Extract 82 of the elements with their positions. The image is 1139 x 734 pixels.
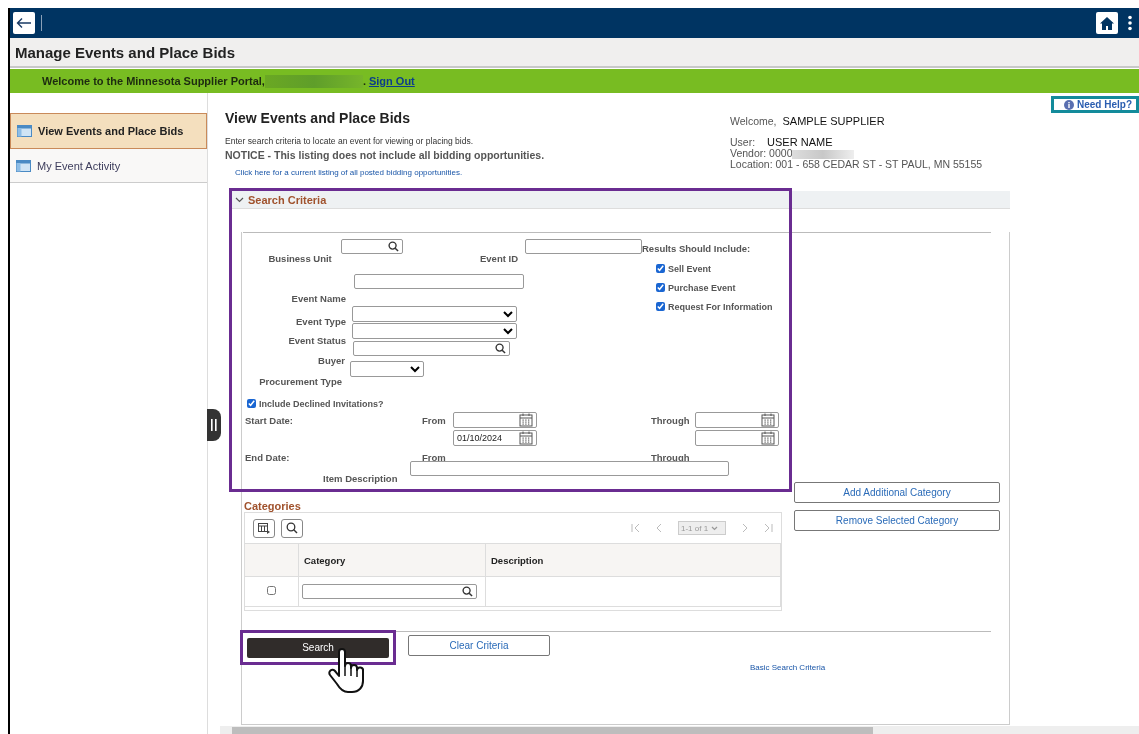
location-text: Location: 001 - 658 CEDAR ST - ST PAUL, MN 55155 — [730, 159, 983, 170]
checkbox[interactable] — [656, 302, 665, 311]
horizontal-scrollbar[interactable] — [220, 726, 1139, 734]
row-checkbox[interactable] — [267, 586, 276, 595]
field-label: Event Name — [290, 293, 346, 304]
page-icon — [16, 159, 31, 172]
field-label: Buyer — [317, 355, 345, 366]
text-field[interactable] — [354, 274, 524, 289]
checkbox-label: Purchase Event — [668, 282, 736, 293]
punctuation: . — [362, 75, 366, 87]
field-label: From — [422, 452, 447, 463]
field-label: Item Description — [323, 473, 398, 484]
caret-icon[interactable] — [711, 525, 719, 531]
checkbox-label: Include Declined Invitations? — [259, 398, 384, 409]
date-field[interactable]: 01/10/2024 — [453, 430, 537, 446]
user-name: USER NAME — [767, 136, 833, 148]
basic-search-link[interactable]: Basic Search Criteria — [750, 663, 826, 672]
notice-text: NOTICE - This listing does not include all bidding opportunities. — [225, 149, 546, 161]
field-label: Event Status — [287, 335, 346, 346]
field-label: From — [422, 414, 447, 426]
redacted-id — [792, 149, 855, 159]
sidebar-item[interactable]: My Event Activity — [10, 149, 207, 183]
calendar-icon[interactable] — [519, 413, 533, 427]
supplier-name: SAMPLE SUPPLIER — [782, 115, 885, 127]
section-header[interactable]: Search Criteria — [232, 191, 1010, 209]
calendar-icon[interactable] — [761, 413, 775, 427]
welcome-text: Welcome to the Minnesota Supplier Portal, — [42, 75, 265, 87]
page-title: Manage Events and Place Bids — [10, 38, 1139, 68]
search-button[interactable] — [281, 518, 303, 538]
field-label: Through — [651, 452, 691, 463]
calendar-icon[interactable] — [519, 431, 533, 445]
categories-title: Categories — [244, 500, 302, 512]
date-field[interactable] — [695, 430, 779, 446]
field-label: Through — [651, 414, 691, 426]
info-icon — [1064, 99, 1074, 110]
user-label: User: — [730, 136, 756, 148]
collapse-handle[interactable] — [207, 409, 221, 441]
checkbox-label: Sell Event — [668, 263, 712, 274]
search-icon[interactable] — [462, 586, 473, 597]
clear-criteria-button[interactable]: Clear Criteria — [408, 635, 550, 656]
page-icon — [17, 125, 32, 137]
field-label: Procurement Type — [258, 376, 342, 387]
column-header: Description — [485, 544, 781, 577]
date-field[interactable] — [695, 412, 779, 428]
field-label: Start Date: — [245, 414, 295, 426]
grid-settings-icon[interactable] — [253, 518, 275, 538]
field-label: Event ID — [479, 253, 518, 264]
calendar-icon[interactable] — [761, 431, 775, 445]
chevron-icon[interactable] — [235, 196, 244, 203]
instructions-text: Enter search criteria to locate an event for viewing or placing bids. — [225, 136, 475, 146]
help-button[interactable]: Need Help? — [1051, 96, 1139, 113]
checkbox[interactable] — [247, 399, 256, 408]
listing-link[interactable]: Click here for a current listing of all posted bidding opportunities. — [235, 168, 463, 177]
category-button[interactable]: Add Additional Category — [794, 482, 1000, 503]
welcome-label: Welcome, — [730, 115, 777, 127]
vendor-text: Vendor: 0000 — [730, 147, 793, 159]
text-field[interactable] — [410, 461, 730, 476]
results-label: Results Should Include: — [642, 243, 752, 254]
search-icon[interactable] — [387, 241, 399, 252]
field-label: Event Type — [295, 316, 346, 327]
lookup-field[interactable] — [302, 584, 477, 599]
checkbox-label: Request For Information — [668, 301, 773, 312]
sign-out-link[interactable]: Sign Out — [368, 75, 415, 87]
dropdown[interactable] — [352, 306, 517, 322]
search-icon[interactable] — [495, 343, 506, 354]
dropdown[interactable] — [350, 361, 424, 377]
checkbox[interactable] — [656, 283, 665, 292]
back-button[interactable] — [13, 12, 35, 34]
column-header: Category — [298, 544, 486, 577]
lookup-field[interactable] — [353, 341, 510, 356]
search-button[interactable]: Search — [247, 637, 389, 658]
section-heading: View Events and Place Bids — [225, 110, 411, 126]
sidebar-item[interactable]: View Events and Place Bids — [10, 113, 207, 149]
checkbox[interactable] — [656, 264, 665, 273]
text-field[interactable] — [525, 239, 642, 254]
search-icon[interactable] — [286, 522, 298, 534]
category-button[interactable]: Remove Selected Category — [794, 510, 1000, 531]
back-arrow-icon[interactable] — [16, 17, 32, 29]
date-field[interactable] — [453, 412, 537, 428]
field-label: End Date: — [245, 452, 291, 463]
lookup-field[interactable] — [340, 239, 403, 254]
field-label: Business Unit — [267, 253, 332, 264]
